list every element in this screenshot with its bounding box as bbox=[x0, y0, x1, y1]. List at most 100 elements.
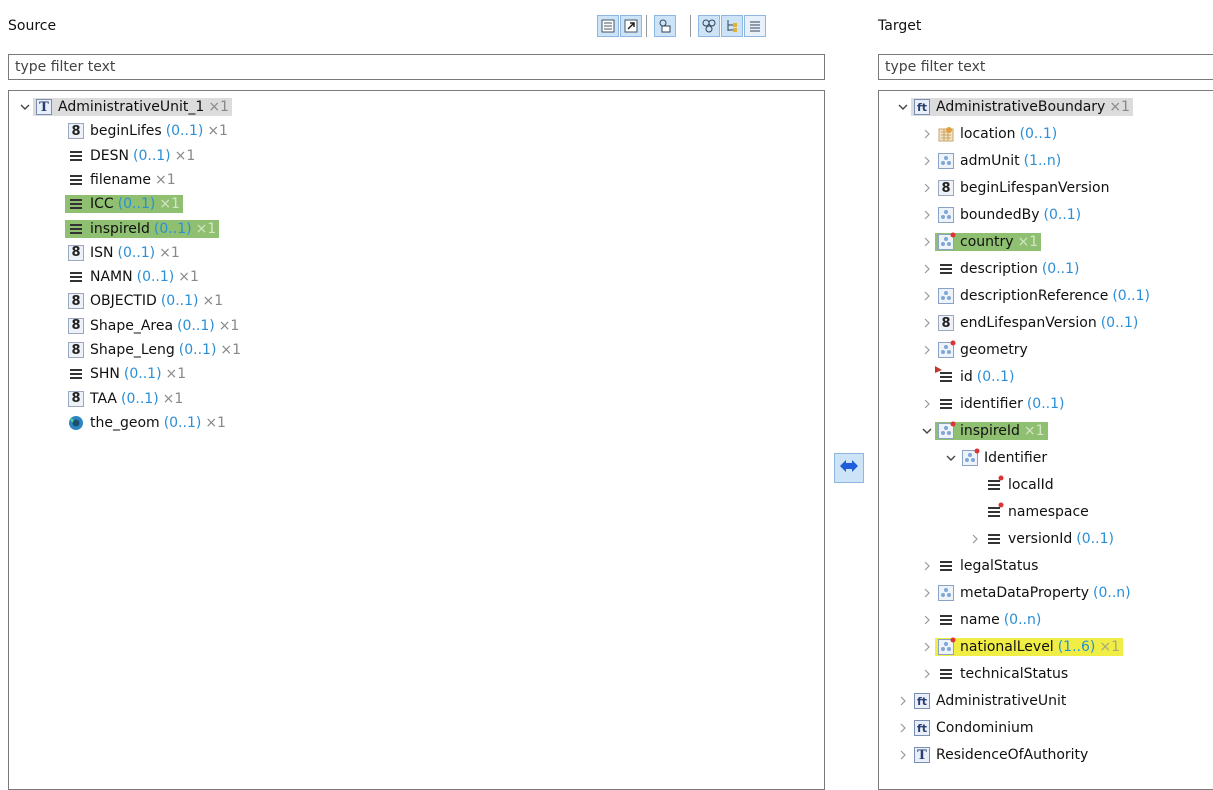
flat-list-button[interactable] bbox=[744, 15, 766, 37]
target-filter bbox=[878, 54, 1213, 80]
expand-chevron-icon[interactable] bbox=[919, 284, 935, 308]
item-name: geometry bbox=[960, 342, 1028, 358]
tree-item[interactable]: legalStatus bbox=[919, 554, 1041, 578]
show-list-button[interactable] bbox=[597, 15, 619, 37]
expand-chevron-icon[interactable] bbox=[919, 311, 935, 335]
tree-layout-button[interactable] bbox=[721, 15, 743, 37]
tree-item[interactable]: nationalLevel (1..6) ×1 bbox=[919, 635, 1123, 659]
item-label-group: nationalLevel (1..6) ×1 bbox=[935, 637, 1123, 656]
string-icon bbox=[68, 269, 84, 285]
number-icon: 8 bbox=[68, 293, 84, 310]
expand-chevron-icon[interactable] bbox=[919, 554, 935, 578]
expand-chevron-icon[interactable] bbox=[895, 716, 911, 740]
tree-item[interactable]: 8 OBJECTID (0..1) ×1 bbox=[49, 289, 226, 313]
expand-chevron-icon[interactable] bbox=[919, 203, 935, 227]
collapse-chevron-icon[interactable] bbox=[943, 446, 959, 470]
source-filter-input[interactable] bbox=[9, 55, 824, 79]
tree-item[interactable]: country ×1 bbox=[919, 230, 1042, 254]
tree-item[interactable]: NAMN (0..1) ×1 bbox=[49, 265, 202, 289]
expand-chevron-icon[interactable] bbox=[919, 149, 935, 173]
tree-item[interactable]: descriptionReference (0..1) bbox=[919, 284, 1153, 308]
tree-item[interactable]: admUnit (1..n) bbox=[919, 149, 1064, 173]
item-name: name bbox=[960, 612, 1000, 628]
tree-item[interactable]: namespace bbox=[967, 500, 1092, 524]
item-cardinality: (0..1) bbox=[165, 123, 204, 140]
mapping-button[interactable] bbox=[834, 453, 864, 483]
expand-chevron-icon[interactable] bbox=[919, 257, 935, 281]
tree-item[interactable]: DESN (0..1) ×1 bbox=[49, 144, 198, 168]
item-cardinality: (0..1) bbox=[1076, 531, 1114, 547]
no-expander bbox=[49, 265, 65, 289]
expand-chevron-icon[interactable] bbox=[895, 743, 911, 767]
link-editor-button[interactable] bbox=[620, 15, 642, 37]
tree-item[interactable]: description (0..1) bbox=[919, 257, 1082, 281]
tree-item[interactable]: 8 beginLifes (0..1) ×1 bbox=[49, 119, 231, 143]
tree-item[interactable]: versionId (0..1) bbox=[967, 527, 1117, 551]
tree-root-item[interactable]: T AdministrativeUnit_1 ×1 bbox=[17, 95, 232, 119]
no-expander bbox=[49, 314, 65, 338]
show-types-button[interactable] bbox=[654, 15, 676, 37]
collapse-chevron-icon[interactable] bbox=[895, 95, 911, 119]
item-label-group: name (0..n) bbox=[935, 611, 1044, 629]
tree-item[interactable]: boundedBy (0..1) bbox=[919, 203, 1084, 227]
expand-chevron-icon[interactable] bbox=[919, 608, 935, 632]
tree-item[interactable]: 8 beginLifespanVersion bbox=[919, 176, 1113, 200]
item-label-group: filename ×1 bbox=[65, 171, 179, 189]
collapse-chevron-icon[interactable] bbox=[17, 95, 33, 119]
expand-chevron-icon[interactable] bbox=[919, 635, 935, 659]
tree-item[interactable]: geometry bbox=[919, 338, 1031, 362]
tree-item[interactable]: 8 TAA (0..1) ×1 bbox=[49, 387, 186, 411]
tree-item[interactable]: identifier (0..1) bbox=[919, 392, 1067, 416]
item-label-group: SHN (0..1) ×1 bbox=[65, 365, 189, 383]
expand-chevron-icon[interactable] bbox=[919, 662, 935, 686]
expand-chevron-icon[interactable] bbox=[919, 392, 935, 416]
expand-chevron-icon[interactable] bbox=[967, 527, 983, 551]
target-filter-input[interactable] bbox=[879, 55, 1213, 79]
tree-item[interactable]: 8 Shape_Area (0..1) ×1 bbox=[49, 314, 242, 338]
string-required-icon bbox=[986, 502, 1004, 520]
tree-item[interactable]: ft Condominium bbox=[895, 716, 1036, 740]
source-tree[interactable]: T AdministrativeUnit_1 ×1 8 beginLifes (0..1)… bbox=[8, 90, 825, 790]
number-icon: 8 bbox=[938, 315, 954, 331]
string-icon bbox=[938, 612, 954, 628]
item-label-group: inspireId ×1 bbox=[935, 421, 1048, 440]
tree-item[interactable]: localId bbox=[967, 473, 1057, 497]
expand-chevron-icon[interactable] bbox=[919, 122, 935, 146]
tree-item[interactable]: inspireId (0..1) ×1 bbox=[49, 217, 220, 241]
collapse-chevron-icon[interactable] bbox=[919, 419, 935, 443]
item-name: technicalStatus bbox=[960, 666, 1069, 682]
item-multiplicity: ×1 bbox=[174, 147, 196, 164]
tree-item[interactable]: 8 Shape_Leng (0..1) ×1 bbox=[49, 338, 244, 362]
expand-chevron-icon[interactable] bbox=[895, 689, 911, 713]
target-tree[interactable]: ft AdministrativeBoundary ×1 location (0..1)… bbox=[878, 90, 1213, 790]
show-relations-button[interactable] bbox=[698, 15, 720, 37]
item-cardinality: (0..1) bbox=[976, 369, 1015, 385]
item-name: identifier bbox=[960, 396, 1023, 412]
tree-item[interactable]: SHN (0..1) ×1 bbox=[49, 362, 189, 386]
tree-item[interactable]: id (0..1) bbox=[919, 365, 1017, 389]
expand-chevron-icon[interactable] bbox=[919, 338, 935, 362]
tree-item[interactable]: filename ×1 bbox=[49, 168, 179, 192]
item-name: metaDataProperty bbox=[960, 585, 1089, 601]
tree-item[interactable]: name (0..n) bbox=[919, 608, 1044, 632]
tree-item[interactable]: metaDataProperty (0..n) bbox=[919, 581, 1134, 605]
expand-chevron-icon[interactable] bbox=[919, 230, 935, 254]
tree-item[interactable]: ICC (0..1) ×1 bbox=[49, 192, 183, 216]
tree-item[interactable]: Identifier bbox=[943, 446, 1050, 470]
type-filter-icon bbox=[658, 19, 672, 33]
tree-item[interactable]: 8 endLifespanVersion (0..1) bbox=[919, 311, 1141, 335]
tree-item[interactable]: location (0..1) bbox=[919, 122, 1060, 146]
tree-root-item[interactable]: ft AdministrativeBoundary ×1 bbox=[895, 95, 1133, 119]
item-cardinality: (0..1) bbox=[133, 147, 171, 164]
tree-item[interactable]: the_geom (0..1) ×1 bbox=[49, 411, 229, 435]
no-expander bbox=[49, 362, 65, 386]
tree-item[interactable]: T ResidenceOfAuthority bbox=[895, 743, 1091, 767]
tree-item[interactable]: inspireId ×1 bbox=[919, 419, 1048, 443]
tree-item[interactable]: technicalStatus bbox=[919, 662, 1071, 686]
tree-item[interactable]: ft AdministrativeUnit bbox=[895, 689, 1069, 713]
tree-item[interactable]: 8 ISN (0..1) ×1 bbox=[49, 241, 183, 265]
item-name: SHN bbox=[90, 366, 120, 383]
expand-chevron-icon[interactable] bbox=[919, 176, 935, 200]
toolbar-separator bbox=[690, 15, 691, 37]
expand-chevron-icon[interactable] bbox=[919, 581, 935, 605]
